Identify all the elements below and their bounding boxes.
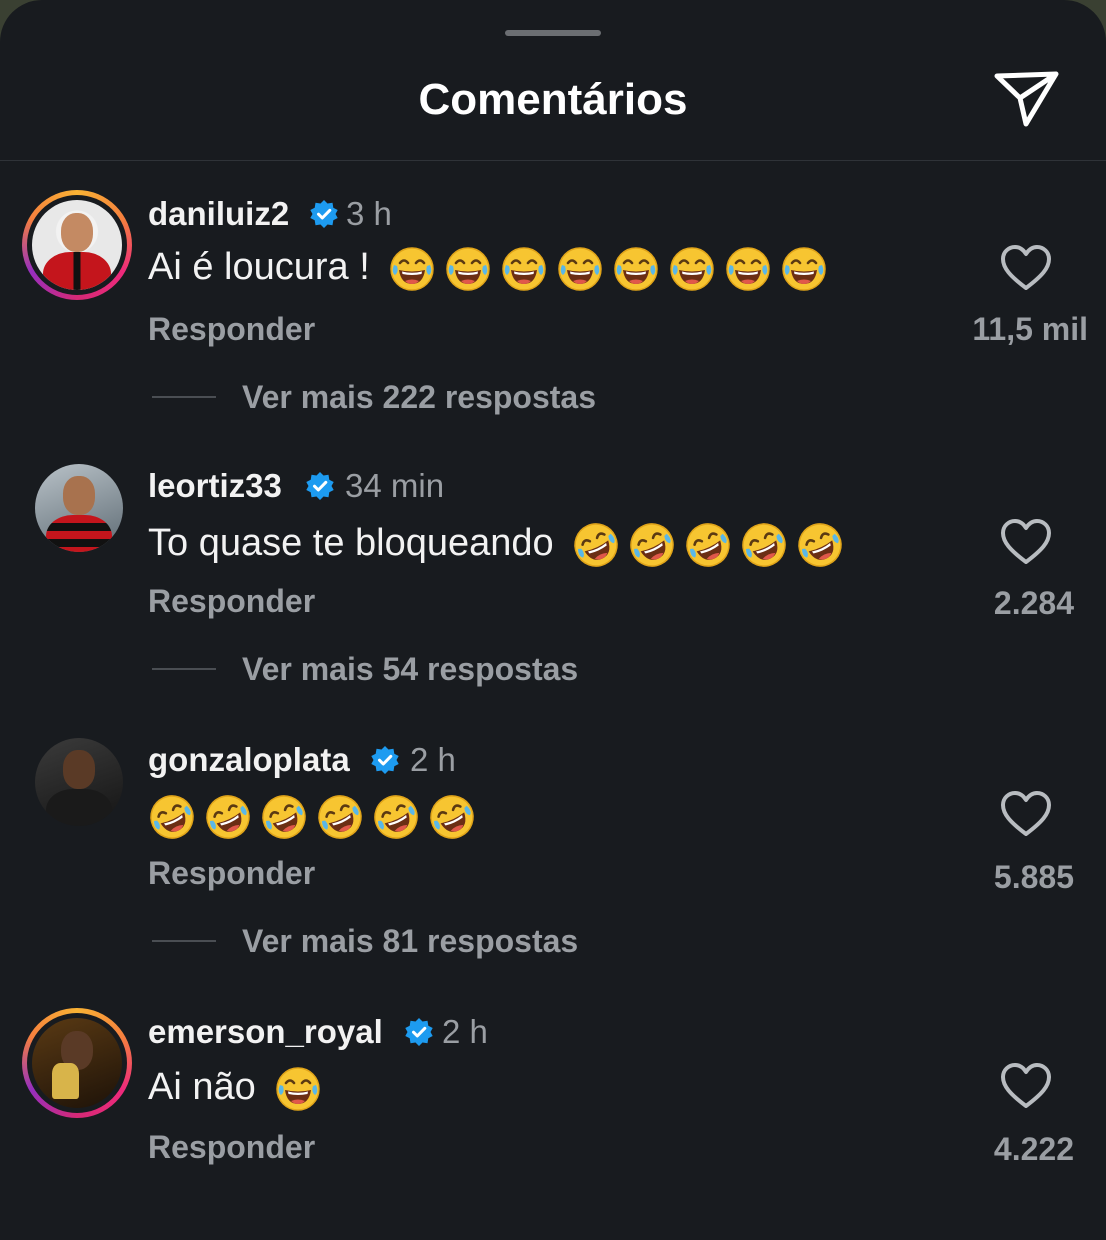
heart-icon[interactable] [1000, 1062, 1052, 1110]
header-divider [0, 160, 1106, 161]
like-count: 4.222 [993, 1131, 1074, 1167]
comment-username[interactable]: leortiz33 [148, 464, 282, 508]
tears-of-joy-emoji-icon [446, 247, 491, 291]
rofl-emoji-icon [742, 523, 786, 567]
rofl-emoji-icon [686, 523, 730, 567]
emoji-group [572, 521, 844, 569]
like-count: 5.885 [993, 859, 1074, 895]
tears-of-joy-emoji-icon [502, 247, 547, 291]
comment-time: 2 h [442, 1013, 488, 1050]
comment-username[interactable]: daniluiz2 [148, 192, 289, 236]
verified-badge-icon [310, 200, 338, 228]
reply-button[interactable]: Responder [148, 580, 315, 622]
emoji-group [388, 245, 828, 293]
heart-icon[interactable] [1000, 518, 1052, 566]
comment-text-content: Ai não [148, 1066, 256, 1108]
comment-item: emerson_royal 2 h Ai não Responder 4.222 [0, 992, 1106, 1240]
comment-time: 3 h [346, 195, 392, 232]
comment-text-content: To quase te bloqueando [148, 522, 554, 564]
comment-item: daniluiz2 3 h Ai é loucura ! Responder 1… [0, 172, 1106, 432]
replies-divider [152, 668, 216, 670]
rofl-emoji-icon [798, 523, 842, 567]
comment-item: gonzaloplata 2 h Responder 5.885 Ver mai… [0, 720, 1106, 980]
replies-divider [152, 940, 216, 942]
rofl-emoji-icon [630, 523, 674, 567]
tears-of-joy-emoji-icon [390, 247, 435, 291]
verified-badge-icon [371, 746, 399, 774]
tears-of-joy-emoji-icon [276, 1067, 321, 1111]
rofl-emoji-icon [318, 795, 362, 839]
rofl-emoji-icon [206, 795, 250, 839]
rofl-emoji-icon [374, 795, 418, 839]
reply-button[interactable]: Responder [148, 852, 315, 894]
rofl-emoji-icon [430, 795, 474, 839]
emoji-group [148, 793, 476, 841]
verified-badge-icon [405, 1018, 433, 1046]
comment-text: Ai não [148, 1062, 322, 1113]
avatar[interactable] [22, 1008, 132, 1118]
rofl-emoji-icon [150, 795, 194, 839]
rofl-emoji-icon [574, 523, 618, 567]
reply-button[interactable]: Responder [148, 308, 315, 350]
avatar[interactable] [35, 738, 123, 826]
tears-of-joy-emoji-icon [670, 247, 715, 291]
tears-of-joy-emoji-icon [726, 247, 771, 291]
rofl-emoji-icon [262, 795, 306, 839]
view-more-replies-button[interactable]: Ver mais 222 respostas [242, 376, 596, 418]
comment-item: leortiz33 34 min To quase te bloqueando … [0, 448, 1106, 708]
avatar[interactable] [22, 190, 132, 300]
avatar[interactable] [35, 464, 123, 552]
comment-text-content: Ai é loucura ! [148, 246, 370, 288]
view-more-replies-button[interactable]: Ver mais 54 respostas [242, 648, 578, 690]
heart-icon[interactable] [1000, 244, 1052, 292]
comment-time: 2 h [410, 741, 456, 778]
tears-of-joy-emoji-icon [614, 247, 659, 291]
tears-of-joy-emoji-icon [782, 247, 827, 291]
comments-sheet: Comentários daniluiz2 3 h Ai é loucura !… [0, 0, 1106, 1240]
tears-of-joy-emoji-icon [558, 247, 603, 291]
comment-text: To quase te bloqueando [148, 518, 844, 569]
comment-time: 34 min [345, 467, 445, 504]
like-count: 2.284 [993, 585, 1074, 621]
view-more-replies-button[interactable]: Ver mais 81 respostas [242, 920, 578, 962]
comment-text [148, 790, 476, 841]
paper-plane-icon[interactable] [992, 68, 1062, 130]
comment-username[interactable]: gonzaloplata [148, 738, 350, 782]
comment-text: Ai é loucura ! [148, 242, 828, 293]
heart-icon[interactable] [1000, 790, 1052, 838]
sheet-title: Comentários [418, 75, 688, 124]
sheet-grabber[interactable] [505, 30, 601, 36]
like-count: 11,5 mil [972, 311, 1088, 347]
emoji-group [274, 1065, 322, 1113]
reply-button[interactable]: Responder [148, 1126, 315, 1168]
verified-badge-icon [306, 472, 334, 500]
replies-divider [152, 396, 216, 398]
comment-username[interactable]: emerson_royal [148, 1010, 383, 1054]
